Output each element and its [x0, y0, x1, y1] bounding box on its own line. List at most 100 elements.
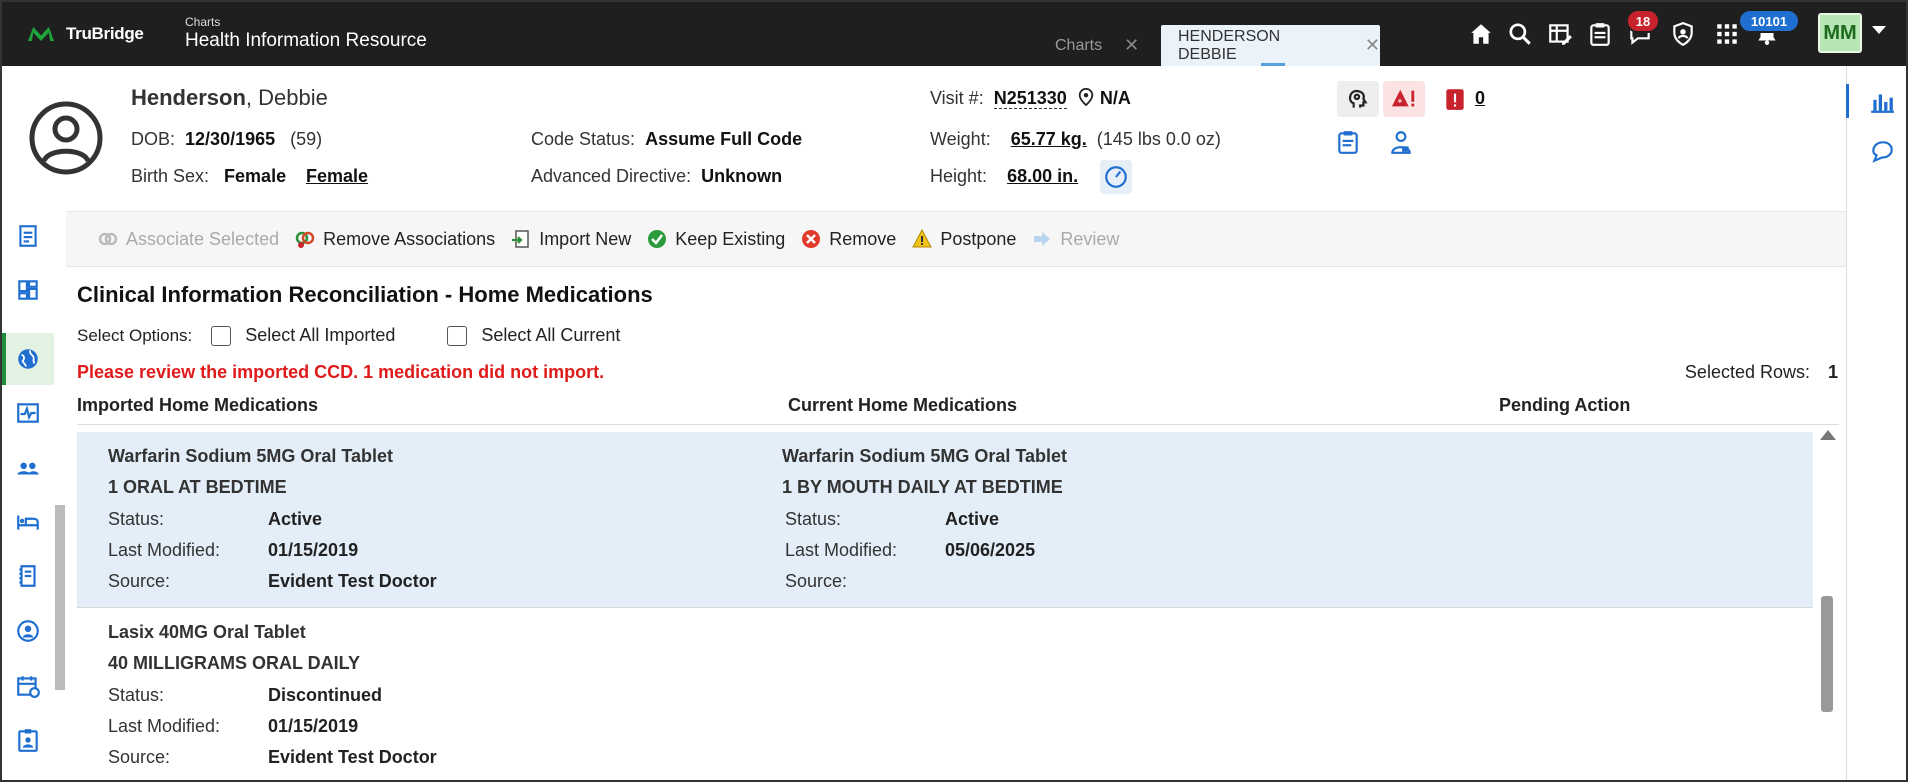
- birth-sex-label: Birth Sex:: [131, 166, 210, 186]
- imported-last-modified: 01/15/2019: [268, 716, 359, 736]
- visit-field: Visit #: N251330 N/A: [930, 87, 1131, 111]
- rail-active-indicator: [1846, 84, 1849, 118]
- patient-name: Henderson, Debbie: [131, 85, 328, 111]
- code-status-field: Code Status: Assume Full Code: [531, 129, 802, 150]
- nav-bed-icon[interactable]: [2, 496, 54, 548]
- imported-med-name: Warfarin Sodium 5MG Oral Tablet: [108, 446, 394, 466]
- source-label: Source:: [108, 747, 171, 767]
- nav-people-icon[interactable]: [2, 442, 54, 494]
- height-label: Height:: [930, 166, 988, 186]
- close-icon[interactable]: ✕: [1365, 35, 1380, 56]
- tab-active-indicator: [1261, 63, 1285, 66]
- alert-clipboard-icon[interactable]: [1440, 81, 1470, 117]
- location-value: N/A: [1099, 88, 1131, 108]
- app-title: Health Information Resource: [185, 30, 427, 51]
- allergy-alert-icon[interactable]: +: [1383, 81, 1425, 117]
- select-options-label: Select Options:: [77, 325, 193, 345]
- code-status-label: Code Status:: [531, 129, 636, 149]
- selected-rows-count: 1: [1827, 362, 1838, 382]
- imported-source: Evident Test Doctor: [268, 747, 437, 767]
- current-last-modified: 05/06/2025: [945, 540, 1036, 560]
- logo[interactable]: TruBridge: [28, 24, 144, 44]
- weight-label: Weight:: [930, 129, 991, 149]
- weight-value[interactable]: 65.77 kg.: [1011, 129, 1087, 149]
- shield-icon[interactable]: [1668, 19, 1698, 49]
- tab-label: Charts: [1055, 36, 1103, 54]
- gender-value[interactable]: Female: [306, 166, 368, 186]
- status-label: Status:: [108, 509, 165, 529]
- list-scrollbar-thumb[interactable]: [1821, 596, 1833, 712]
- source-label: Source:: [108, 571, 171, 591]
- user-avatar[interactable]: MM: [1818, 13, 1862, 53]
- import-new-button[interactable]: Import New: [511, 229, 631, 250]
- remove-button[interactable]: Remove: [801, 229, 896, 250]
- table-row[interactable]: Warfarin Sodium 5MG Oral Tablet 1 ORAL A…: [77, 432, 1813, 608]
- nav-user-circle-icon[interactable]: [2, 605, 54, 657]
- close-icon[interactable]: ✕: [1124, 35, 1139, 56]
- selected-rows: Selected Rows: 1: [1685, 362, 1838, 383]
- import-icon: [512, 230, 529, 248]
- page-title: Clinical Information Reconciliation - Ho…: [77, 282, 653, 307]
- current-med-name: Warfarin Sodium 5MG Oral Tablet: [782, 446, 1068, 466]
- logo-text: TruBridge: [66, 24, 144, 43]
- notes-clipboard-icon[interactable]: [1327, 124, 1369, 160]
- left-nav-scrollbar[interactable]: [55, 505, 65, 690]
- nav-orders-icon[interactable]: [2, 550, 54, 602]
- select-all-imported-checkbox[interactable]: [211, 325, 232, 346]
- select-all-imported-option[interactable]: Select All Imported: [211, 325, 395, 346]
- status-label: Status:: [785, 509, 842, 529]
- home-icon[interactable]: [1466, 19, 1496, 49]
- imported-med-sig: 40 MILLIGRAMS ORAL DAILY: [108, 653, 361, 673]
- keep-existing-label: Keep Existing: [675, 228, 786, 249]
- source-label: Source:: [785, 571, 848, 591]
- associate-selected-button[interactable]: Associate Selected: [98, 229, 279, 250]
- comment-icon[interactable]: [1856, 125, 1908, 177]
- height-value[interactable]: 68.00 in.: [1007, 166, 1078, 186]
- nav-dashboard-icon[interactable]: [2, 264, 54, 316]
- postpone-button[interactable]: Postpone: [912, 229, 1016, 250]
- growth-chart-icon[interactable]: [1100, 160, 1132, 194]
- table-edit-icon[interactable]: [1545, 19, 1575, 49]
- table-row[interactable]: Lasix 40MG Oral Tablet 40 MILLIGRAMS ORA…: [77, 608, 1813, 780]
- select-all-current-checkbox[interactable]: [447, 325, 468, 346]
- action-toolbar: Associate Selected Remove Associations I…: [66, 211, 1846, 267]
- height-field: Height: 68.00 in.: [930, 166, 1078, 187]
- current-status: Active: [945, 509, 1000, 529]
- nav-vitals-icon[interactable]: [2, 387, 54, 439]
- nav-document-icon[interactable]: [2, 210, 54, 262]
- bar-chart-icon[interactable]: [1856, 76, 1908, 128]
- last-modified-label: Last Modified:: [108, 540, 221, 560]
- remove-associations-button[interactable]: Remove Associations: [295, 229, 495, 250]
- remove-circle-icon: [802, 230, 821, 248]
- import-warning: Please review the imported CCD. 1 medica…: [77, 362, 605, 382]
- link-icon: [98, 232, 118, 246]
- chevron-down-icon[interactable]: [1872, 26, 1886, 34]
- location-pin-icon: [1077, 87, 1095, 111]
- imported-med-name: Lasix 40MG Oral Tablet: [108, 622, 306, 642]
- alert-count-link[interactable]: 0: [1475, 88, 1485, 109]
- brain-icon[interactable]: [1337, 81, 1379, 117]
- clipboard-icon[interactable]: [1585, 19, 1615, 49]
- select-all-imported-label: Select All Imported: [245, 325, 396, 345]
- review-button[interactable]: Review: [1032, 229, 1119, 250]
- column-header-imported: Imported Home Medications: [77, 395, 319, 415]
- patient-avatar-icon: [28, 100, 104, 176]
- tab-charts[interactable]: Charts ✕: [1055, 25, 1139, 66]
- visit-label: Visit #:: [930, 88, 984, 108]
- imported-med-sig: 1 ORAL AT BEDTIME: [108, 477, 287, 497]
- care-team-icon[interactable]: [1380, 124, 1422, 160]
- visit-number[interactable]: N251330: [993, 88, 1067, 109]
- gender-link[interactable]: Female: [306, 166, 368, 187]
- patient-first-name: , Debbie: [245, 85, 328, 110]
- nav-id-badge-icon[interactable]: [2, 714, 54, 766]
- select-all-current-option[interactable]: Select All Current: [447, 325, 620, 346]
- keep-existing-button[interactable]: Keep Existing: [647, 229, 785, 250]
- warning-triangle-icon: [912, 229, 933, 248]
- scroll-up-arrow-icon[interactable]: [1820, 430, 1836, 440]
- tab-patient-henderson[interactable]: HENDERSON DEBBIE ✕: [1161, 25, 1380, 66]
- nav-globe-icon[interactable]: [2, 333, 54, 385]
- imported-status: Discontinued: [268, 685, 383, 705]
- alert-count[interactable]: 0: [1475, 88, 1485, 108]
- nav-calendar-refresh-icon[interactable]: [2, 660, 54, 712]
- search-icon[interactable]: [1505, 19, 1535, 49]
